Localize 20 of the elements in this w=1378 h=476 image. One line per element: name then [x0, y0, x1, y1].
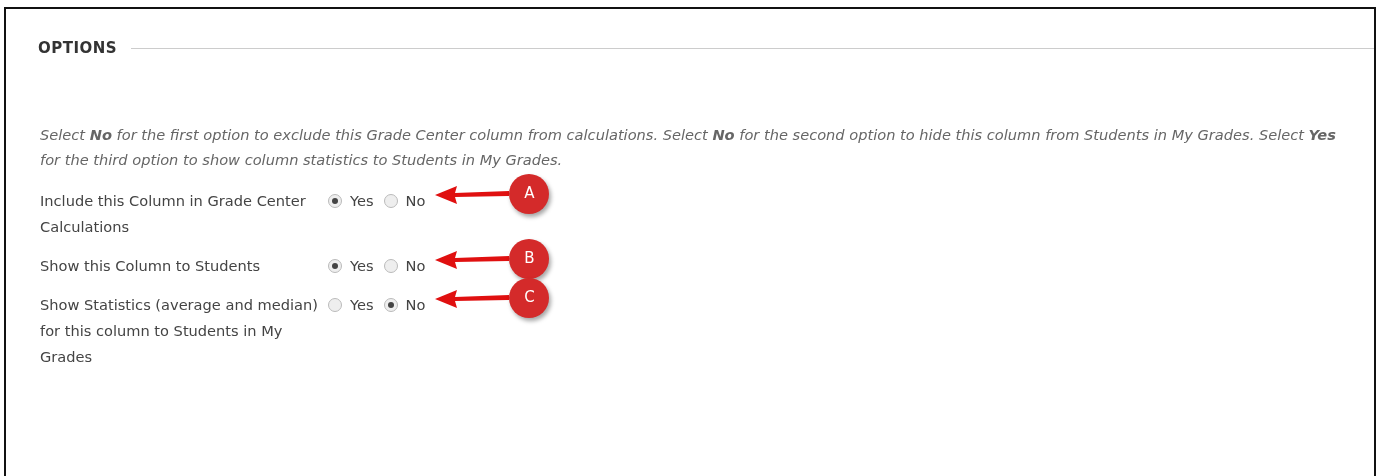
radio-button[interactable]: [328, 297, 342, 312]
radio-label[interactable]: No: [405, 252, 426, 279]
radio-button[interactable]: [328, 193, 342, 208]
callout-marker: B: [509, 238, 550, 279]
radio-button[interactable]: [328, 258, 342, 273]
callout-marker: C: [509, 277, 550, 318]
radio-label[interactable]: Yes: [350, 187, 374, 214]
radio-label[interactable]: Yes: [350, 252, 374, 279]
radio-button[interactable]: [383, 193, 398, 208]
radio-button[interactable]: [383, 297, 398, 312]
callout-marker: A: [509, 173, 550, 214]
section-title: OPTIONS: [38, 38, 118, 59]
radio-label[interactable]: No: [405, 291, 426, 318]
radio-button[interactable]: [383, 258, 398, 273]
instructions-text: Select No for the first option to exclude this Grade Center column from calculations. Select No for the second option to hide this column from Students in My Grades. Select Yes for the third option to show column statistics to Students in My Grades.: [40, 124, 1337, 170]
option-label: Show this Column to Students: [40, 255, 262, 276]
option-label: Include this Column in Grade Center Calculations: [40, 190, 307, 237]
radio-label[interactable]: Yes: [350, 291, 374, 318]
radio-label[interactable]: No: [405, 187, 426, 214]
option-label: Show Statistics (average and median) for this column to Students in My Grades: [40, 294, 319, 367]
